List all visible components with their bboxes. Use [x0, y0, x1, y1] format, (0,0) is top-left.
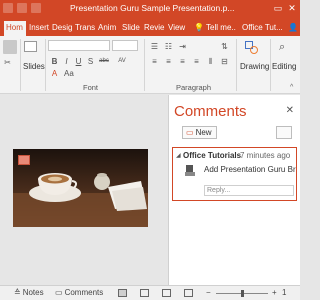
text-highlight-icon[interactable]: Aa — [64, 69, 74, 78]
tab-transitions[interactable]: Trans — [75, 21, 96, 36]
comments-title: Comments — [174, 103, 247, 120]
tab-review[interactable]: Revie — [144, 21, 166, 36]
current-slide[interactable] — [13, 149, 148, 227]
italic-button[interactable]: I — [62, 57, 71, 66]
ribbon-tabs: Hom Insert Desig Trans Anim Slide Revie … — [0, 18, 300, 36]
tell-me-search[interactable]: 💡 Tell me... — [194, 21, 236, 36]
divider — [270, 39, 271, 91]
close-icon[interactable]: ✕ — [286, 105, 294, 116]
notes-button[interactable]: ≙ Notes — [14, 288, 44, 297]
new-comment-label: New — [195, 128, 212, 137]
save-icon[interactable] — [3, 3, 13, 13]
zoom-level[interactable]: 1 — [282, 288, 286, 297]
divider — [236, 39, 237, 91]
lightbulb-icon: 💡 — [194, 23, 204, 32]
shapes-icon[interactable] — [245, 41, 259, 55]
tab-view[interactable]: View — [168, 21, 188, 36]
slide-sorter-icon[interactable] — [140, 289, 149, 297]
tab-slideshow[interactable]: Slide — [122, 21, 142, 36]
font-name-field[interactable] — [48, 40, 110, 51]
reading-view-icon[interactable] — [162, 289, 171, 297]
paste-icon[interactable] — [3, 40, 17, 54]
strikethrough-button[interactable]: abc — [97, 57, 111, 66]
zoom-in-button[interactable]: + — [272, 288, 277, 297]
drawing-button[interactable]: Drawing — [240, 62, 269, 71]
status-bar: ≙ Notes ▭ Comments − + 1 — [0, 285, 300, 300]
comment-author: Office Tutorials — [183, 151, 242, 160]
justify-icon[interactable]: ≡ — [192, 57, 201, 66]
divider — [20, 39, 21, 91]
font-color-icon[interactable]: A — [50, 69, 59, 78]
slides-label[interactable]: Slides — [23, 62, 45, 71]
restore-button[interactable]: ▭ — [272, 2, 284, 14]
align-center-icon[interactable]: ≡ — [164, 57, 173, 66]
new-comment-icon: ▭ — [186, 128, 194, 137]
underline-button[interactable]: U — [74, 57, 83, 66]
undo-icon[interactable] — [17, 3, 27, 13]
quick-access-toolbar — [3, 3, 41, 13]
new-comment-button[interactable]: ▭ New — [182, 126, 217, 139]
collapse-ribbon-icon[interactable]: ^ — [290, 84, 293, 91]
find-icon[interactable]: ⌕ — [279, 41, 293, 55]
font-group-label: Font — [83, 83, 99, 92]
align-right-icon[interactable]: ≡ — [178, 57, 187, 66]
tab-animations[interactable]: Anim — [98, 21, 120, 36]
comment-card[interactable]: ◢ Office Tutorials 7 minutes ago Add Pre… — [172, 147, 297, 201]
zoom-out-button[interactable]: − — [206, 288, 211, 297]
notes-icon: ≙ — [14, 288, 21, 297]
next-comment-button[interactable] — [276, 126, 292, 139]
redo-icon[interactable] — [31, 3, 41, 13]
thumbnail-pane[interactable] — [0, 95, 12, 285]
title-bar: Presentation Guru Sample Presentation.p.… — [0, 0, 300, 18]
text-direction-icon[interactable]: ⇅ — [220, 42, 229, 51]
comment-text: Add Presentation Guru Branding — [204, 165, 296, 174]
author-avatar-icon — [185, 165, 195, 176]
normal-view-icon[interactable] — [118, 289, 127, 297]
comments-pane: Comments ✕ ▭ New ◢ Office Tutorials 7 mi… — [168, 95, 300, 285]
coffee-photo — [13, 149, 148, 227]
window-title: Presentation Guru Sample Presentation.p.… — [70, 3, 235, 13]
account-name[interactable]: Office Tut... — [242, 21, 284, 36]
user-icon[interactable]: 👤 — [288, 21, 298, 36]
slideshow-icon[interactable] — [184, 289, 193, 297]
indent-icon[interactable]: ⇥ — [178, 42, 187, 51]
char-spacing-button[interactable]: AV — [116, 57, 128, 66]
comment-marker-icon[interactable] — [18, 155, 30, 165]
notes-label: Notes — [22, 288, 44, 297]
tab-design[interactable]: Desig — [52, 21, 74, 36]
reply-input[interactable]: Reply... — [204, 185, 294, 196]
font-size-field[interactable] — [112, 40, 138, 51]
columns-icon[interactable]: ⫴ — [206, 57, 215, 66]
collapse-arrow-icon[interactable]: ◢ — [176, 152, 181, 159]
editing-button[interactable]: Editing — [272, 62, 296, 71]
bold-button[interactable]: B — [50, 57, 59, 66]
new-slide-icon[interactable] — [24, 41, 37, 52]
comments-status-label: Comments — [64, 288, 104, 297]
zoom-slider-thumb[interactable] — [241, 290, 244, 297]
align-left-icon[interactable]: ≡ — [150, 57, 159, 66]
comments-icon: ▭ — [55, 288, 63, 297]
tab-home[interactable]: Hom — [4, 21, 26, 36]
bullets-icon[interactable]: ☰ — [150, 42, 159, 51]
numbering-icon[interactable]: ☷ — [164, 42, 173, 51]
align-text-icon[interactable]: ⊟ — [220, 57, 229, 66]
close-button[interactable]: ✕ — [286, 2, 298, 14]
ribbon: ✂ Slides B I U S abc AV A Aa Font ☰ ☷ ⇥ … — [0, 36, 300, 94]
divider — [45, 39, 46, 91]
tell-me-label: Tell me... — [206, 23, 236, 32]
cut-icon[interactable]: ✂ — [3, 58, 12, 67]
shadow-button[interactable]: S — [86, 57, 95, 66]
divider — [144, 39, 145, 91]
tab-insert[interactable]: Insert — [29, 21, 50, 36]
comments-status-button[interactable]: ▭ Comments — [55, 288, 103, 297]
paragraph-group-label: Paragraph — [176, 83, 212, 92]
comment-time: 7 minutes ago — [240, 151, 291, 160]
